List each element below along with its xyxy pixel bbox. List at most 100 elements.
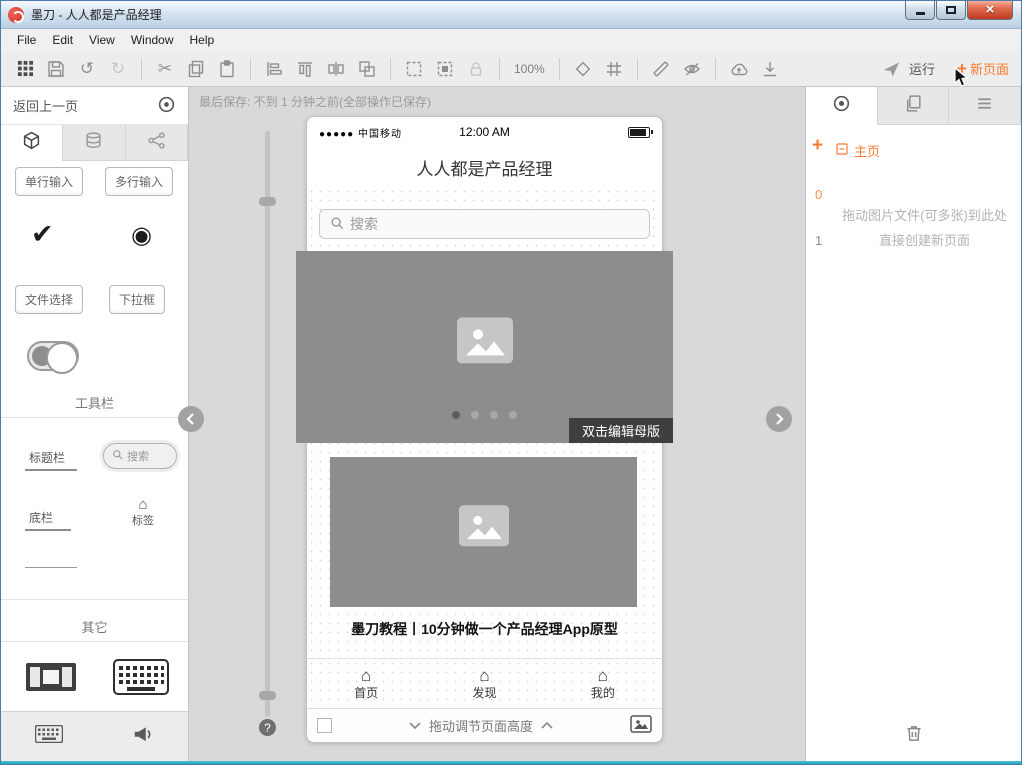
tab-discover[interactable]: ⌂ 发现 <box>425 659 543 708</box>
editor-canvas[interactable]: 最后保存: 不到 1 分钟之前(全部操作已保存) ? ●●●●● 中国移动 12… <box>189 87 807 761</box>
app-logo-icon <box>8 7 24 23</box>
window-title: 墨刀 - 人人都是产品经理 <box>31 6 162 23</box>
tab-master[interactable] <box>806 87 878 124</box>
title-bar-widget[interactable]: 标题栏 <box>29 449 65 466</box>
phone-page-title[interactable]: 人人都是产品经理 <box>307 147 662 187</box>
widgets-grid-icon[interactable] <box>13 57 37 81</box>
chevron-up-icon[interactable] <box>541 718 553 733</box>
tab-widgets[interactable] <box>1 125 63 160</box>
copy-icon[interactable] <box>184 57 208 81</box>
section-divider <box>1 599 188 600</box>
distribute-icon[interactable] <box>324 57 348 81</box>
back-button[interactable]: 返回上一页 <box>1 87 188 125</box>
carousel-dot[interactable] <box>509 411 517 419</box>
page-checkbox[interactable] <box>317 718 332 733</box>
group-icon[interactable] <box>355 57 379 81</box>
article-title[interactable]: 墨刀教程丨10分钟做一个产品经理App原型 <box>315 619 654 639</box>
tab-share[interactable] <box>126 125 188 160</box>
page-index-0[interactable]: 0 <box>815 187 822 202</box>
phone-search-bar[interactable]: 搜索 <box>319 209 650 239</box>
widget-panel-footer <box>1 711 188 761</box>
pages-icon <box>904 94 923 118</box>
add-page-button[interactable]: + <box>812 135 823 157</box>
pages-list: + 0 1 主页 拖动图片文件(可多张)到此处 直接创建新页面 <box>806 125 1021 703</box>
zoom-level[interactable]: 100% <box>511 62 548 76</box>
tab-pages[interactable] <box>878 87 950 124</box>
menu-file[interactable]: File <box>9 31 44 49</box>
carousel-dot[interactable] <box>490 411 498 419</box>
pages-panel-tabs <box>806 87 1021 125</box>
marquee-select-icon[interactable] <box>433 57 457 81</box>
close-icon <box>986 1 995 19</box>
help-button[interactable]: ? <box>259 719 276 736</box>
maximize-button[interactable] <box>936 1 966 20</box>
feedback-megaphone-button[interactable] <box>132 723 154 750</box>
tab-bar-widget[interactable]: ⌂ 标签 <box>123 497 163 528</box>
trash-button[interactable] <box>903 722 925 749</box>
multi-line-input-widget[interactable]: 多行输入 <box>105 167 173 196</box>
toggle-switch-widget[interactable] <box>27 341 79 371</box>
banknote-widget[interactable] <box>25 659 77 700</box>
keyboard-toggle-button[interactable] <box>35 725 63 748</box>
article-image[interactable] <box>330 457 637 607</box>
undo-icon[interactable]: ↺ <box>75 57 99 81</box>
slider-handle-top[interactable] <box>259 197 276 206</box>
rotate-icon[interactable] <box>571 57 595 81</box>
marquee-icon[interactable] <box>402 57 426 81</box>
save-icon[interactable] <box>44 57 68 81</box>
run-button[interactable]: 运行 <box>879 57 935 81</box>
page-index-1[interactable]: 1 <box>815 233 822 248</box>
tab-home[interactable]: ⌂ 首页 <box>307 659 425 708</box>
paste-icon[interactable] <box>215 57 239 81</box>
redo-icon[interactable]: ↻ <box>106 57 130 81</box>
radio-widget[interactable]: ◉ <box>131 221 152 250</box>
close-button[interactable] <box>967 1 1013 20</box>
image-mode-button[interactable] <box>630 715 652 736</box>
search-bar-widget[interactable]: 搜索 <box>103 443 177 469</box>
menu-help[interactable]: Help <box>182 31 223 49</box>
hide-layer-icon[interactable] <box>680 57 704 81</box>
tab-home-label: 首页 <box>354 684 378 701</box>
checkbox-widget[interactable]: ✔ <box>31 219 54 250</box>
section-divider <box>1 641 188 642</box>
single-line-input-widget[interactable]: 单行输入 <box>15 167 83 196</box>
tab-mine[interactable]: ⌂ 我的 <box>544 659 662 708</box>
keyboard-widget[interactable] <box>113 659 169 700</box>
target-icon <box>832 94 851 118</box>
lock-icon[interactable] <box>464 57 488 81</box>
prev-page-button[interactable] <box>178 406 204 432</box>
align-top-icon[interactable] <box>293 57 317 81</box>
image-carousel[interactable]: 双击编辑母版 <box>296 251 673 443</box>
dropdown-widget[interactable]: 下拉框 <box>109 285 165 314</box>
grid-icon[interactable] <box>602 57 626 81</box>
cube-icon <box>22 131 41 155</box>
chevron-down-icon[interactable] <box>409 718 421 733</box>
align-left-icon[interactable] <box>262 57 286 81</box>
cut-icon[interactable]: ✂ <box>153 57 177 81</box>
tab-data[interactable] <box>63 125 125 160</box>
next-page-button[interactable] <box>766 406 792 432</box>
edit-master-badge[interactable]: 双击编辑母版 <box>569 418 673 443</box>
search-icon <box>112 449 123 463</box>
ruler-icon[interactable] <box>649 57 673 81</box>
height-hint-label: 拖动调节页面高度 <box>429 716 533 735</box>
divider-widget[interactable] <box>25 567 77 568</box>
carousel-dot[interactable] <box>471 411 479 419</box>
page-height-slider[interactable] <box>265 131 270 717</box>
menu-edit[interactable]: Edit <box>44 31 81 49</box>
slider-handle-bottom[interactable] <box>259 691 276 700</box>
collapse-icon <box>836 143 848 158</box>
menu-window[interactable]: Window <box>123 31 182 49</box>
menu-view[interactable]: View <box>81 31 123 49</box>
download-icon[interactable] <box>758 57 782 81</box>
carousel-dot[interactable] <box>452 411 460 419</box>
tab-mine-label: 我的 <box>591 684 615 701</box>
minimize-button[interactable] <box>905 1 935 20</box>
cloud-upload-icon[interactable] <box>727 57 751 81</box>
window-bottom-edge <box>1 761 1021 764</box>
page-item-home[interactable]: 主页 <box>836 141 880 160</box>
toolbar-separator <box>715 58 716 80</box>
bottom-bar-widget[interactable]: 底栏 <box>29 509 53 526</box>
app-window: 墨刀 - 人人都是产品经理 File Edit View Window Help… <box>0 0 1022 765</box>
file-select-widget[interactable]: 文件选择 <box>15 285 83 314</box>
